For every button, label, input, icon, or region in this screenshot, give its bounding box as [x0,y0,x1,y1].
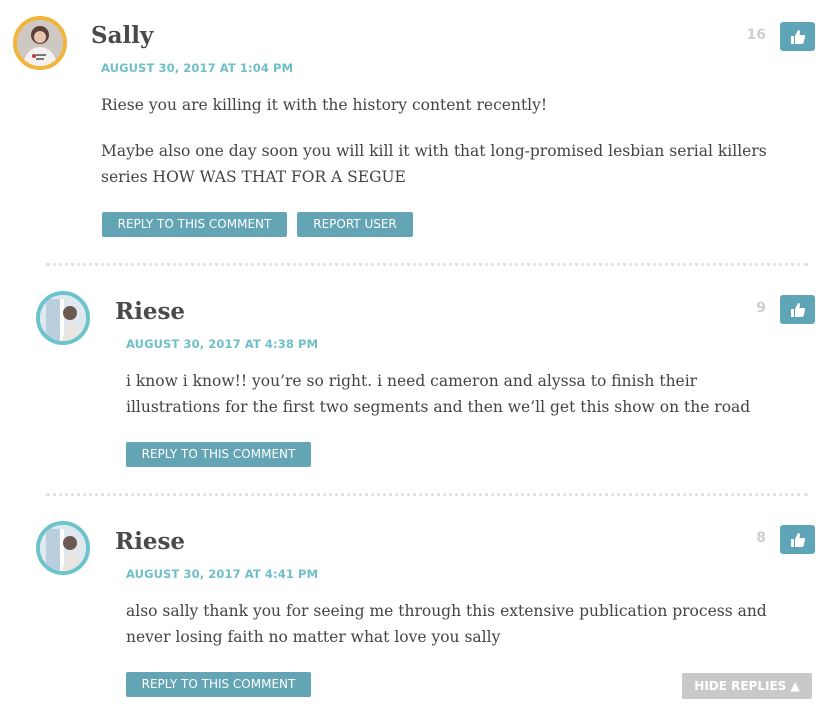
upvote-button[interactable] [780,295,815,324]
comment-date[interactable]: AUGUST 30, 2017 AT 4:38 PM [126,338,318,351]
vote-count: 9 [756,300,766,316]
comment-divider [46,493,808,496]
comment-body: i know i know!! you’re so right. i need … [126,368,796,440]
comment-author: Riese [115,298,186,325]
comment-divider [46,263,808,266]
reply-button[interactable]: REPLY TO THIS COMMENT [126,442,311,467]
reply-button[interactable]: REPLY TO THIS COMMENT [126,672,311,697]
comment-author: Sally [91,22,154,49]
comment-paragraph: Maybe also one day soon you will kill it… [101,142,767,186]
avatar-image [40,525,86,571]
vote-count: 8 [756,530,766,546]
comment-paragraph: also sally thank you for seeing me throu… [126,602,767,646]
thumbs-up-icon [790,532,805,547]
comment-body: also sally thank you for seeing me throu… [126,598,806,670]
upvote-button[interactable] [780,525,815,554]
report-user-button[interactable]: REPORT USER [297,212,413,237]
avatar-image [40,295,86,341]
comment-paragraph: i know i know!! you’re so right. i need … [126,372,751,416]
reply-button[interactable]: REPLY TO THIS COMMENT [102,212,287,237]
comment-date[interactable]: AUGUST 30, 2017 AT 4:41 PM [126,568,318,581]
thumbs-up-icon [790,302,805,317]
avatar-image [17,20,63,66]
thumbs-up-icon [790,29,805,44]
avatar-riese[interactable] [36,521,90,575]
comment-date[interactable]: AUGUST 30, 2017 AT 1:04 PM [101,62,293,75]
upvote-button[interactable] [780,22,815,51]
comment-body: Riese you are killing it with the histor… [101,92,801,210]
comment-author: Riese [115,528,186,555]
vote-count: 16 [746,27,766,43]
avatar-riese[interactable] [36,291,90,345]
hide-replies-button[interactable]: HIDE REPLIES ▲ [682,673,812,699]
comment-paragraph: Riese you are killing it with the histor… [101,96,548,114]
avatar-sally[interactable] [13,16,67,70]
